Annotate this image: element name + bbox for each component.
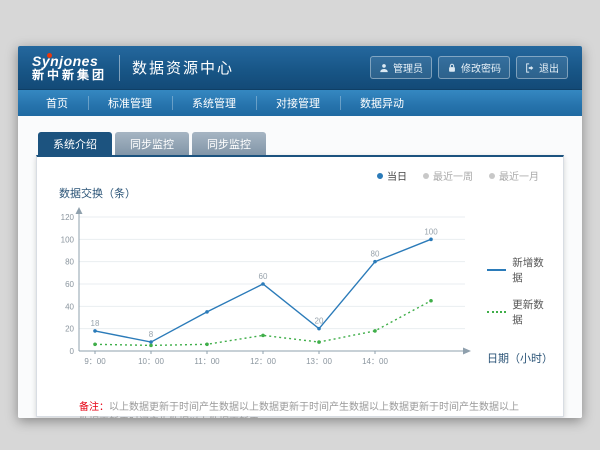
- lock-icon: [447, 63, 457, 73]
- company-logo: Synjones 新中新集团: [32, 53, 107, 83]
- legend-last-week-label: 最近一周: [433, 168, 473, 183]
- tab-sync-monitor-1[interactable]: 同步监控: [115, 132, 189, 155]
- svg-text:20: 20: [315, 317, 324, 326]
- y-axis-title: 数据交换（条）: [59, 185, 549, 201]
- note-label: 备注：: [79, 402, 109, 413]
- nav-item-home[interactable]: 首页: [26, 90, 88, 116]
- admin-user-button[interactable]: 管理员: [370, 56, 432, 79]
- logo-brand-text: Synjones: [32, 53, 107, 69]
- svg-text:120: 120: [61, 213, 75, 222]
- logout-button[interactable]: 退出: [516, 56, 568, 79]
- svg-text:18: 18: [91, 319, 100, 328]
- series-legend-updated-data[interactable]: 更新数据: [487, 297, 549, 327]
- admin-user-label: 管理员: [393, 60, 423, 75]
- nav-item-integration-management[interactable]: 对接管理: [256, 90, 340, 116]
- tab-bar: 系统介绍 同步监控 同步监控: [36, 132, 564, 155]
- change-password-label: 修改密码: [461, 60, 501, 75]
- x-axis-title: 日期（小时）: [487, 350, 549, 366]
- series-new-data-label: 新增数据: [512, 255, 549, 285]
- app-header: Synjones 新中新集团 数据资源中心 管理员 修改密码: [18, 46, 582, 90]
- header-divider: [119, 55, 120, 81]
- tab-sync-monitor-2[interactable]: 同步监控: [192, 132, 266, 155]
- svg-text:100: 100: [424, 227, 438, 236]
- nav-item-standard-management[interactable]: 标准管理: [88, 90, 172, 116]
- svg-text:8: 8: [149, 330, 154, 339]
- chart-row: 0 20 40 60 80 100 120 9：00 10：00 11：00 12：00 13：00 1…: [51, 203, 549, 378]
- content-area: 系统介绍 同步监控 同步监控 当日 最近一周 最近一月 数据交换（条）: [18, 116, 582, 418]
- page-title: 数据资源中心: [132, 57, 234, 78]
- footer-note: 备注：以上数据更新于时间产生数据以上数据更新于时间产生数据以上数据更新于时间产生…: [51, 400, 549, 418]
- svg-text:9：00: 9：00: [84, 357, 106, 366]
- logout-icon: [525, 63, 535, 73]
- change-password-button[interactable]: 修改密码: [438, 56, 510, 79]
- legend-today[interactable]: 当日: [377, 168, 407, 183]
- svg-text:80: 80: [371, 250, 380, 259]
- legend-dot-last-month: [489, 173, 495, 179]
- svg-text:13：00: 13：00: [306, 357, 332, 366]
- svg-text:20: 20: [65, 325, 74, 334]
- user-icon: [379, 63, 389, 73]
- nav-item-system-management[interactable]: 系统管理: [172, 90, 256, 116]
- logout-label: 退出: [539, 60, 559, 75]
- main-nav: 首页 标准管理 系统管理 对接管理 数据异动: [18, 90, 582, 116]
- logo-accent-dot: [47, 53, 52, 58]
- legend-today-label: 当日: [387, 168, 407, 183]
- chart-panel: 当日 最近一周 最近一月 数据交换（条） 0 20 40 60 80 100 120 9：00…: [36, 155, 564, 417]
- series-line-sample-updated: [487, 311, 506, 313]
- app-window: Synjones 新中新集团 数据资源中心 管理员 修改密码: [18, 46, 582, 418]
- svg-text:14：00: 14：00: [362, 357, 388, 366]
- svg-text:12：00: 12：00: [250, 357, 276, 366]
- chart-plot-area: 0 20 40 60 80 100 120 9：00 10：00 11：00 12：00 13：00 1…: [51, 203, 483, 378]
- header-actions: 管理员 修改密码 退出: [370, 56, 568, 79]
- svg-text:10：00: 10：00: [138, 357, 164, 366]
- legend-last-week[interactable]: 最近一周: [423, 168, 473, 183]
- svg-text:60: 60: [259, 272, 268, 281]
- tab-system-intro[interactable]: 系统介绍: [38, 132, 112, 155]
- series-legend: 新增数据 更新数据 日期（小时）: [483, 203, 549, 378]
- svg-text:100: 100: [61, 235, 75, 244]
- nav-item-data-changes[interactable]: 数据异动: [340, 90, 424, 116]
- legend-last-month-label: 最近一月: [499, 168, 539, 183]
- series-legend-new-data[interactable]: 新增数据: [487, 255, 549, 285]
- time-range-legend: 当日 最近一周 最近一月: [51, 163, 549, 185]
- svg-text:11：00: 11：00: [194, 357, 220, 366]
- line-chart-svg: 0 20 40 60 80 100 120 9：00 10：00 11：00 12：00 13：00 1…: [51, 203, 483, 373]
- legend-dot-last-week: [423, 173, 429, 179]
- series-line-sample-new: [487, 269, 506, 271]
- svg-text:0: 0: [70, 347, 75, 356]
- note-text: 以上数据更新于时间产生数据以上数据更新于时间产生数据以上数据更新于时间产生数据以…: [79, 402, 519, 418]
- svg-text:60: 60: [65, 280, 74, 289]
- svg-text:80: 80: [65, 258, 74, 267]
- logo-company-name: 新中新集团: [32, 69, 107, 83]
- svg-text:40: 40: [65, 302, 74, 311]
- legend-last-month[interactable]: 最近一月: [489, 168, 539, 183]
- series-updated-data-label: 更新数据: [512, 297, 549, 327]
- legend-dot-today: [377, 173, 383, 179]
